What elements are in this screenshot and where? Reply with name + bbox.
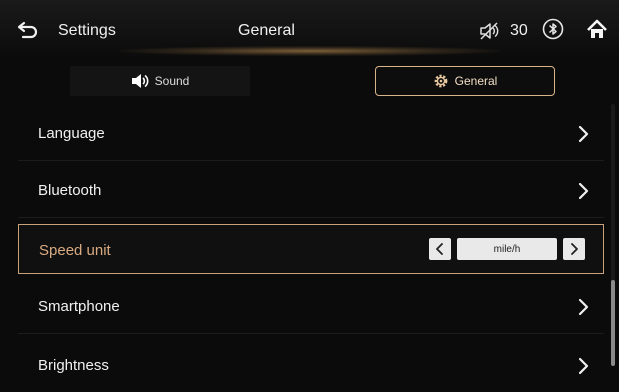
tab-sound-label: Sound <box>154 74 190 88</box>
page-title: General <box>238 22 295 39</box>
volume-level: 30 <box>510 22 528 39</box>
tab-sound[interactable]: Sound <box>70 66 250 96</box>
speed-unit-next-button[interactable] <box>563 238 585 260</box>
list-item-label: Smartphone <box>38 298 120 315</box>
speed-unit-value: mile/h <box>457 238 557 260</box>
chevron-right-icon <box>578 298 589 316</box>
speaker-icon <box>131 74 149 88</box>
tab-general-label: General <box>454 74 498 88</box>
list-item-bluetooth[interactable]: Bluetooth <box>18 165 604 217</box>
list-item-smartphone[interactable]: Smartphone <box>18 281 604 333</box>
divider <box>18 217 604 218</box>
volume-muted-icon <box>478 20 500 42</box>
divider <box>18 333 604 334</box>
header-glow <box>120 46 500 56</box>
list-item-label: Brightness <box>38 357 109 374</box>
back-button[interactable] <box>16 18 40 42</box>
chevron-right-icon <box>571 243 578 255</box>
back-arrow-icon <box>17 21 38 39</box>
list-item-language[interactable]: Language <box>18 108 604 160</box>
list-item-brightness[interactable]: Brightness <box>18 340 604 392</box>
chevron-right-icon <box>578 182 589 200</box>
chevron-left-icon <box>436 243 443 255</box>
chevron-right-icon <box>578 357 589 375</box>
gear-icon <box>434 74 448 88</box>
top-bar: Settings General 30 <box>0 0 619 58</box>
list-item-label: Language <box>38 125 105 142</box>
tab-general[interactable]: General <box>375 66 555 96</box>
home-button[interactable] <box>585 18 609 42</box>
divider <box>18 160 604 161</box>
home-icon <box>587 19 607 38</box>
scrollbar-thumb[interactable] <box>611 280 615 366</box>
list-item-label: Speed unit <box>39 242 111 259</box>
header-settings-label: Settings <box>58 22 116 39</box>
list-item-speed-unit[interactable]: Speed unit mile/h <box>18 224 604 274</box>
bluetooth-icon <box>542 18 564 40</box>
chevron-right-icon <box>578 125 589 143</box>
list-item-label: Bluetooth <box>38 182 102 199</box>
speed-unit-prev-button[interactable] <box>429 238 451 260</box>
